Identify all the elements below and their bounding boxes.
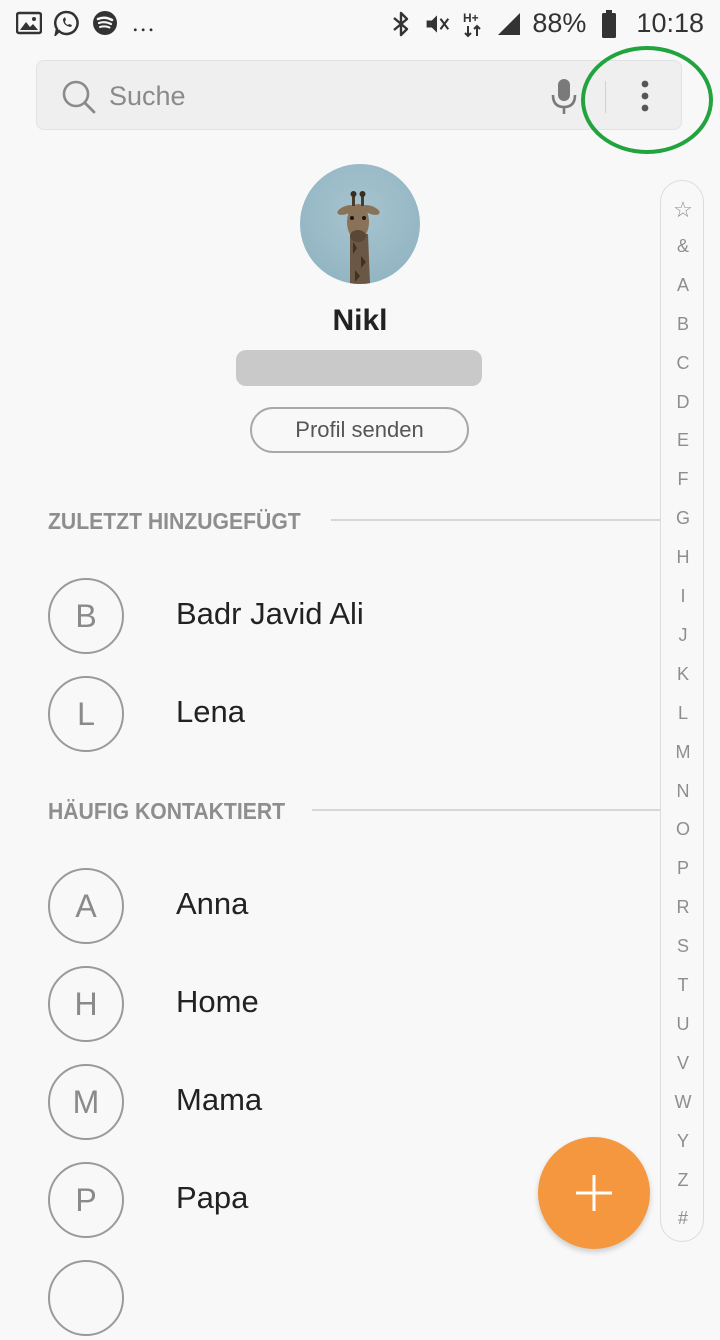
index-letter[interactable]: P: [661, 858, 705, 879]
profile-name: Nikl: [332, 304, 388, 337]
plus-icon: [576, 1175, 612, 1211]
battery-icon: [596, 9, 622, 38]
section-divider: [312, 809, 660, 811]
signal-icon: [496, 11, 522, 37]
more-notifications-indicator: ...: [132, 8, 156, 38]
index-letter[interactable]: H: [661, 547, 705, 568]
profile-photo[interactable]: [300, 164, 420, 284]
index-letter[interactable]: W: [661, 1092, 705, 1113]
index-letter[interactable]: #: [661, 1208, 705, 1229]
gallery-icon: [16, 10, 42, 36]
index-letter[interactable]: S: [661, 936, 705, 957]
status-bar-notifications: ...: [16, 10, 156, 36]
index-letter[interactable]: &: [661, 236, 705, 257]
contact-name: Lena: [176, 694, 245, 729]
contact-avatar: B: [48, 578, 124, 654]
index-letter[interactable]: A: [661, 275, 705, 296]
index-letter[interactable]: D: [661, 392, 705, 413]
section-divider: [331, 519, 660, 521]
vibrate-mute-icon: [424, 11, 450, 37]
search-input[interactable]: [107, 75, 531, 117]
contact-name: Anna: [176, 886, 249, 921]
contact-row[interactable]: B Badr Javid Ali: [48, 578, 648, 658]
whatsapp-icon: [54, 10, 80, 36]
contact-avatar: L: [48, 676, 124, 752]
section-title: HÄUFIG KONTAKTIERT: [48, 797, 286, 824]
giraffe-photo: [337, 191, 380, 284]
more-options-icon[interactable]: [627, 73, 663, 119]
section-header-frequently-contacted: HÄUFIG KONTAKTIERT: [48, 796, 306, 826]
search-bar: [36, 60, 682, 130]
contact-name: Home: [176, 984, 259, 1019]
contact-avatar: H: [48, 966, 124, 1042]
contact-avatar: [48, 1260, 124, 1336]
clock: 10:18: [636, 8, 704, 38]
index-letter[interactable]: E: [661, 430, 705, 451]
contact-name: Badr Javid Ali: [176, 596, 364, 631]
index-letter[interactable]: I: [661, 586, 705, 607]
contact-row[interactable]: A Anna: [48, 868, 648, 948]
contact-name: Papa: [176, 1180, 249, 1215]
contact-avatar: M: [48, 1064, 124, 1140]
contact-row[interactable]: M Mama: [48, 1064, 648, 1144]
status-bar: ... H+ 88% 10:18: [0, 0, 720, 52]
search-icon: [61, 79, 97, 119]
section-title: ZULETZT HINZUGEFÜGT: [48, 507, 301, 534]
spotify-icon: [92, 10, 118, 36]
index-letter[interactable]: J: [661, 625, 705, 646]
index-letter[interactable]: O: [661, 819, 705, 840]
contact-avatar: A: [48, 868, 124, 944]
index-letter[interactable]: F: [661, 469, 705, 490]
contact-row[interactable]: L Lena: [48, 676, 648, 756]
contact-name: Mama: [176, 1082, 263, 1117]
index-letter[interactable]: C: [661, 353, 705, 374]
redacted-phone-number: [236, 350, 482, 386]
index-letter[interactable]: Z: [661, 1170, 705, 1191]
index-letter[interactable]: ☆: [661, 197, 705, 223]
add-contact-button[interactable]: [538, 1137, 650, 1249]
send-profile-button[interactable]: Profil senden: [250, 407, 469, 453]
microphone-icon[interactable]: [549, 77, 579, 121]
index-letter[interactable]: G: [661, 508, 705, 529]
index-letter[interactable]: V: [661, 1053, 705, 1074]
contact-row-partial[interactable]: [48, 1260, 648, 1340]
index-letter[interactable]: Y: [661, 1131, 705, 1152]
bluetooth-icon: [388, 11, 414, 37]
data-hplus-icon: H+: [460, 11, 486, 37]
index-letter[interactable]: N: [661, 781, 705, 802]
index-letter[interactable]: T: [661, 975, 705, 996]
section-header-recently-added: ZULETZT HINZUGEFÜGT: [48, 506, 323, 536]
index-letter[interactable]: U: [661, 1014, 705, 1035]
search-divider: [605, 81, 606, 113]
index-letter[interactable]: R: [661, 897, 705, 918]
status-bar-system: H+ 88% 10:18: [388, 8, 704, 39]
alphabet-index-scrollbar[interactable]: ☆ & A B C D E F G H I J K L M N O P R S T U V W Y Z #: [660, 180, 704, 1242]
index-letter[interactable]: B: [661, 314, 705, 335]
index-letter[interactable]: K: [661, 664, 705, 685]
battery-percentage: 88%: [532, 8, 587, 38]
index-letter[interactable]: M: [661, 742, 705, 763]
index-letter[interactable]: L: [661, 703, 705, 724]
contact-avatar: P: [48, 1162, 124, 1238]
svg-text:H+: H+: [463, 11, 479, 25]
contact-row[interactable]: H Home: [48, 966, 648, 1046]
